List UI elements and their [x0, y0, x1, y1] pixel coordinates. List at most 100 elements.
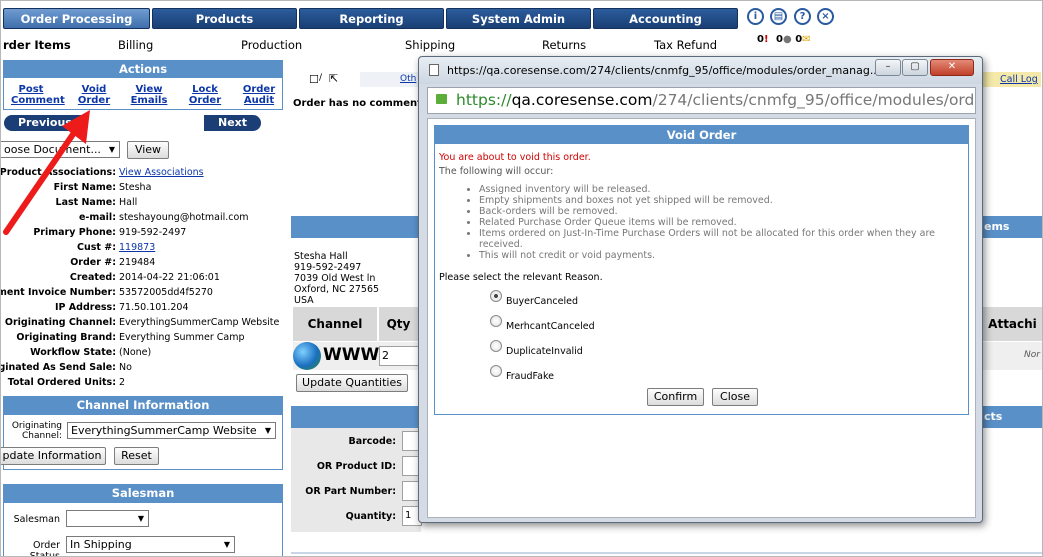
order-field-value: 71.50.101.204	[119, 302, 189, 313]
order-field-label: Originating Brand:	[0, 332, 116, 343]
order-field-label-text: riginated As Send Sale:	[0, 362, 116, 373]
add-products-header-label: cts	[984, 410, 1003, 423]
lock-order-link[interactable]: Lock Order	[187, 84, 223, 106]
order-field-value: 219484	[119, 257, 156, 268]
confirm-button[interactable]: Confirm	[647, 388, 704, 406]
update-quantities-button[interactable]: Update Quantities	[296, 374, 408, 392]
no-comment-text: Order has no comment.	[293, 98, 426, 109]
order-field-label-text: Workflow State:	[30, 347, 116, 358]
column-channel: Channel	[293, 307, 378, 341]
order-field-label: Total Ordered Units:	[0, 377, 116, 388]
order-field-value: Hall	[119, 197, 138, 208]
order-field-label: riginated As Send Sale:	[0, 362, 116, 373]
effect-item: This will not credit or void payments.	[479, 250, 959, 261]
window-close-button[interactable]: ✕	[930, 59, 974, 76]
reason-label-buyer-canceled: BuyerCanceled	[506, 296, 578, 307]
tab-accounting[interactable]: Accounting	[593, 8, 738, 29]
popup-title: https://qa.coresense.com/274/clients/cnm…	[447, 64, 881, 77]
tab-order-processing[interactable]: Order Processing	[3, 8, 150, 29]
subnav-shipping[interactable]: Shipping	[405, 38, 455, 52]
reason-radio-fraud-fake[interactable]	[490, 365, 502, 377]
order-field-link[interactable]: 119873	[119, 242, 155, 253]
post-comment-line2: Comment	[11, 95, 65, 106]
next-button[interactable]: Next	[204, 115, 262, 131]
www-label: WWW	[323, 345, 380, 365]
void-order-line1: Void	[81, 84, 107, 95]
following-text: The following will occur:	[439, 166, 554, 177]
expand-icon[interactable]: ⇱	[329, 72, 338, 85]
actions-header: Actions	[3, 60, 283, 78]
order-field-label: yment Invoice Number:	[0, 287, 116, 298]
salesman-label: Salesman	[13, 514, 60, 525]
view-emails-line1: View	[135, 84, 163, 95]
order-field-label: IP Address:	[0, 302, 116, 313]
update-information-button[interactable]: pdate Information	[0, 447, 106, 465]
reason-radio-buyer-canceled[interactable]	[490, 290, 502, 302]
shipping-address: Stesha Hall 919-592-2497 7039 Old West l…	[294, 251, 379, 306]
view-emails-line2: Emails	[130, 95, 168, 106]
reset-button[interactable]: Reset	[114, 447, 159, 465]
originating-channel-label-line1: Originating	[11, 421, 62, 431]
reason-radio-duplicate-invalid[interactable]	[490, 340, 502, 352]
view-emails-link[interactable]: View Emails	[128, 84, 170, 106]
subnav-production[interactable]: Production	[241, 38, 302, 52]
address-city: Oxford, NC 27565	[294, 284, 380, 295]
url-host: qa.coresense.com	[511, 91, 653, 109]
order-field-value: 2014-04-22 21:06:01	[119, 272, 220, 283]
void-order-link[interactable]: Void Order	[74, 84, 114, 106]
minimize-button[interactable]: –	[875, 59, 901, 76]
order-audit-link[interactable]: Order Audit	[241, 84, 277, 106]
void-effects-list: Assigned inventory will be released. Emp…	[479, 184, 959, 261]
tab-reporting[interactable]: Reporting	[299, 8, 444, 29]
url-scheme: https://	[456, 91, 512, 109]
qty-input[interactable]: 2	[379, 346, 419, 366]
subnav-returns[interactable]: Returns	[542, 38, 586, 52]
post-comment-line1: Post	[18, 84, 44, 95]
order-field-value: (None)	[119, 347, 152, 358]
order-status-select[interactable]: In Shipping	[66, 536, 235, 553]
subnav-tax-refund[interactable]: Tax Refund	[654, 38, 717, 52]
alert-icon: !	[763, 34, 769, 45]
maximize-button[interactable]: ▢	[902, 59, 928, 76]
subnav-billing[interactable]: Billing	[118, 38, 153, 52]
view-button[interactable]: View	[127, 141, 169, 159]
comment-count: 0	[776, 34, 783, 45]
subnav-order-items[interactable]: rder Items	[3, 38, 71, 52]
void-order-dialog: Void Order You are about to void this or…	[434, 125, 969, 415]
order-status-label: Order Status	[29, 540, 60, 557]
lock-order-line2: Order	[188, 95, 222, 106]
comment-icon: ●	[782, 34, 792, 45]
salesman-select[interactable]	[66, 510, 149, 527]
close-button[interactable]: Close	[712, 388, 758, 406]
close-icon[interactable]: ×	[817, 8, 834, 25]
tab-system-admin[interactable]: System Admin	[446, 8, 591, 29]
effect-item: Related Purchase Order Queue items will …	[479, 217, 959, 228]
originating-channel-select[interactable]: EverythingSummerCamp Website	[67, 422, 276, 439]
popup-titlebar[interactable]: https://qa.coresense.com/274/clients/cnm…	[419, 57, 982, 84]
order-field-label-text: Originating Channel:	[4, 317, 116, 328]
user-icon[interactable]: i	[747, 8, 764, 25]
reason-radio-merchant-canceled[interactable]	[490, 315, 502, 327]
checkbox-icon[interactable]: ☐	[309, 73, 319, 86]
printer-icon[interactable]: ▤	[770, 8, 787, 25]
order-audit-line2: Audit	[243, 95, 275, 106]
order-field-link[interactable]: View Associations	[119, 167, 204, 178]
post-comment-link[interactable]: Post Comment	[11, 84, 65, 106]
reason-label-merchant-canceled: MerhcantCanceled	[506, 321, 595, 332]
call-log-link: Call Log	[1000, 74, 1038, 85]
other-tab[interactable]: Oth	[360, 72, 420, 87]
tab-products[interactable]: Products	[152, 8, 297, 29]
slash-separator: /	[319, 73, 323, 83]
order-field-value: steshayoung@hotmail.com	[119, 212, 249, 223]
quantity-label: Quantity:	[345, 511, 396, 522]
call-log-tab[interactable]: Call Log	[983, 72, 1041, 87]
order-field-label-text: Created:	[69, 272, 116, 283]
notification-counts[interactable]: 0! 0● 0✉	[757, 34, 811, 45]
address-phone: 919-592-2497	[294, 262, 362, 273]
popup-url-bar[interactable]: https://qa.coresense.com/274/clients/cnm…	[427, 87, 976, 114]
column-qty: Qty	[379, 307, 419, 341]
help-icon[interactable]: ?	[794, 8, 811, 25]
void-order-title: Void Order	[435, 126, 968, 144]
order-field-label-text: yment Invoice Number:	[0, 287, 116, 298]
actions-panel: Post Comment Void Order View Emails Lock Ord…	[3, 78, 283, 110]
